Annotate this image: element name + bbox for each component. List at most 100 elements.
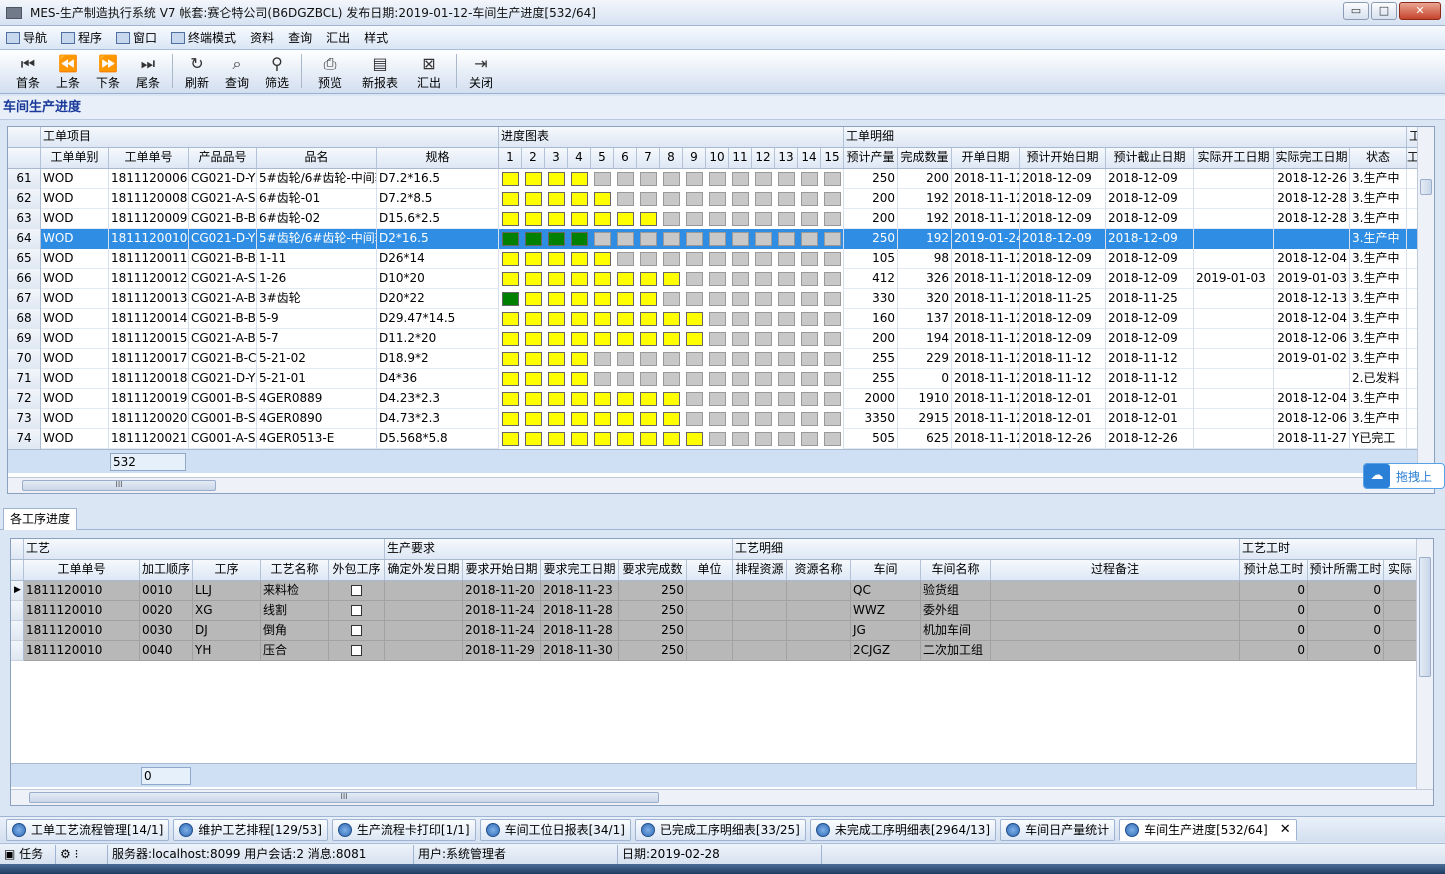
col-step-7[interactable]: 7 <box>637 148 660 168</box>
form-tab[interactable]: 工单工艺流程管理[14/1] <box>6 818 170 841</box>
close-tab-icon[interactable]: ✕ <box>1280 822 1291 837</box>
col-step-3[interactable]: 3 <box>545 148 568 168</box>
new-report-button[interactable]: ▤ 新报表 <box>354 50 406 92</box>
hscroll-thumb[interactable]: III <box>22 480 216 491</box>
table-row[interactable]: 67 WOD 1811120013 CG021-A-B 3#齿轮 D20*22 330 320… <box>8 289 1418 309</box>
col-step-9[interactable]: 9 <box>683 148 706 168</box>
prev-record-button[interactable]: ⏪ 上条 <box>48 50 88 92</box>
col-workshop-name[interactable]: 车间名称 <box>921 560 991 580</box>
row-number[interactable]: 69 <box>8 329 41 349</box>
form-tab[interactable]: 车间日产量统计 <box>1000 818 1116 841</box>
col-open-date[interactable]: 开单日期 <box>952 148 1020 168</box>
table-row[interactable]: 74 WOD 1811120021 CG001-A-S 4GER0513-E D5.568… <box>8 429 1418 449</box>
drag-upload-button[interactable]: ☁ 拖拽上 <box>1363 463 1445 489</box>
col-op[interactable]: 工序 <box>193 560 261 580</box>
col-need-hours[interactable]: 预计所需工时 <box>1308 560 1384 580</box>
refresh-button[interactable]: ↻ 刷新 <box>177 50 217 92</box>
row-number[interactable]: 65 <box>8 249 41 269</box>
status-tools[interactable]: ⚙ ⁝ <box>56 844 108 864</box>
tab-process-progress[interactable]: 各工序进度 <box>3 508 78 530</box>
table-row[interactable]: 65 WOD 1811120011 CG021-B-B 1-11 D26*14 105 98 2… <box>8 249 1418 269</box>
col-resource[interactable]: 排程资源 <box>733 560 787 580</box>
menu-export[interactable]: 汇出 <box>326 29 350 46</box>
col-req-start[interactable]: 要求开始日期 <box>463 560 541 580</box>
outsource-checkbox[interactable] <box>351 625 362 636</box>
col-workshop[interactable]: 车间 <box>851 560 921 580</box>
col-out-date[interactable]: 确定外发日期 <box>385 560 463 580</box>
col-step-1[interactable]: 1 <box>499 148 522 168</box>
col-step-12[interactable]: 12 <box>752 148 775 168</box>
col-remark[interactable]: 过程备注 <box>991 560 1240 580</box>
outsource-checkbox[interactable] <box>351 605 362 616</box>
table-row[interactable]: 61 WOD 1811120006 CG021-D-Y 5#齿轮/6#齿轮-中间轴 D7.… <box>8 169 1418 189</box>
col-req-qty[interactable]: 要求完成数 <box>619 560 687 580</box>
row-number[interactable]: 61 <box>8 169 41 189</box>
menu-query[interactable]: 查询 <box>288 29 312 46</box>
table-row[interactable]: 72 WOD 1811120019 CG001-B-S 4GER0889 D4.23*2.… <box>8 389 1418 409</box>
col-planned-qty[interactable]: 预计产量 <box>844 148 898 168</box>
row-number[interactable]: 70 <box>8 349 41 369</box>
col-order-no[interactable]: 工单单号 <box>109 148 189 168</box>
col-step-8[interactable]: 8 <box>660 148 683 168</box>
table-row[interactable]: 73 WOD 1811120020 CG001-B-S 4GER0890 D4.73*2.… <box>8 409 1418 429</box>
col-plan-end[interactable]: 预计截止日期 <box>1106 148 1194 168</box>
grid2-hscroll-thumb[interactable]: III <box>29 792 659 803</box>
process-row[interactable]: 1811120010 0030 DJ 倒角 2018-11-24 2018-11-28 25… <box>11 621 1417 641</box>
col-product-no[interactable]: 产品品号 <box>189 148 257 168</box>
filter-button[interactable]: ⚲ 筛选 <box>257 50 297 92</box>
col-product-name[interactable]: 品名 <box>257 148 377 168</box>
col-actual[interactable]: 实际 <box>1384 560 1417 580</box>
row-number[interactable]: 67 <box>8 289 41 309</box>
process-row[interactable]: 1811120010 0020 XG 线割 2018-11-24 2018-11-28 25… <box>11 601 1417 621</box>
close-button[interactable]: ⇥ 关闭 <box>461 50 501 92</box>
col-wo-no[interactable]: 工单单号 <box>24 560 140 580</box>
row-number[interactable]: 62 <box>8 189 41 209</box>
outsource-checkbox[interactable] <box>351 645 362 656</box>
query-button[interactable]: ⌕ 查询 <box>217 50 257 92</box>
row-number[interactable]: 73 <box>8 409 41 429</box>
col-done-qty[interactable]: 完成数量 <box>898 148 952 168</box>
col-unit[interactable]: 单位 <box>687 560 733 580</box>
col-req-end[interactable]: 要求完工日期 <box>541 560 619 580</box>
col-spec[interactable]: 规格 <box>377 148 499 168</box>
table-row[interactable]: 62 WOD 1811120008 CG021-A-S 6#齿轮-01 D7.2*8.5 2… <box>8 189 1418 209</box>
col-step-11[interactable]: 11 <box>729 148 752 168</box>
menu-window[interactable]: 窗口 <box>116 29 157 46</box>
close-window-button[interactable]: ✕ <box>1399 2 1441 20</box>
vscroll-thumb[interactable] <box>1420 179 1432 195</box>
process-row[interactable]: ▶ 1811120010 0010 LLJ 来料检 2018-11-20 2018-11-2… <box>11 581 1417 601</box>
table-row[interactable]: 68 WOD 1811120014 CG021-B-B 5-9 D29.47*14.5 16… <box>8 309 1418 329</box>
grid2-vertical-scrollbar[interactable] <box>1416 539 1433 789</box>
table-row[interactable]: 64 WOD 1811120010 CG021-D-Y 5#齿轮/6#齿轮-中间轴 D2*… <box>8 229 1418 249</box>
col-step-15[interactable]: 15 <box>821 148 844 168</box>
col-step-6[interactable]: 6 <box>614 148 637 168</box>
row-number[interactable]: 74 <box>8 429 41 449</box>
col-plan-start[interactable]: 预计开始日期 <box>1020 148 1106 168</box>
col-outsource[interactable]: 外包工序 <box>329 560 385 580</box>
row-number[interactable]: 64 <box>8 229 41 249</box>
minimize-button[interactable]: ▭ <box>1343 2 1369 20</box>
menu-navigate[interactable]: 导航 <box>6 29 47 46</box>
outsource-checkbox[interactable] <box>351 585 362 596</box>
row-number[interactable]: 71 <box>8 369 41 389</box>
col-op-name[interactable]: 工艺名称 <box>261 560 329 580</box>
col-total-hours[interactable]: 预计总工时 <box>1240 560 1308 580</box>
grid2-horizontal-scrollbar[interactable]: III <box>11 789 1433 805</box>
col-step-4[interactable]: 4 <box>568 148 591 168</box>
col-step-5[interactable]: 5 <box>591 148 614 168</box>
col-seq[interactable]: 加工顺序 <box>140 560 193 580</box>
menu-style[interactable]: 样式 <box>364 29 388 46</box>
row-number[interactable]: 68 <box>8 309 41 329</box>
form-tab[interactable]: 生产流程卡打印[1/1] <box>331 818 476 841</box>
form-tab[interactable]: 车间工位日报表[34/1] <box>479 818 631 841</box>
col-step-14[interactable]: 14 <box>798 148 821 168</box>
col-resource-name[interactable]: 资源名称 <box>787 560 851 580</box>
maximize-button[interactable]: □ <box>1371 2 1397 20</box>
row-number[interactable]: 72 <box>8 389 41 409</box>
row-number[interactable]: 63 <box>8 209 41 229</box>
process-row[interactable]: 1811120010 0040 YH 压合 2018-11-29 2018-11-30 25… <box>11 641 1417 661</box>
menu-data[interactable]: 资料 <box>250 29 274 46</box>
form-tab[interactable]: 维护工艺排程[129/53] <box>173 818 328 841</box>
next-record-button[interactable]: ⏩ 下条 <box>88 50 128 92</box>
col-order-type[interactable]: 工单单别 <box>41 148 109 168</box>
